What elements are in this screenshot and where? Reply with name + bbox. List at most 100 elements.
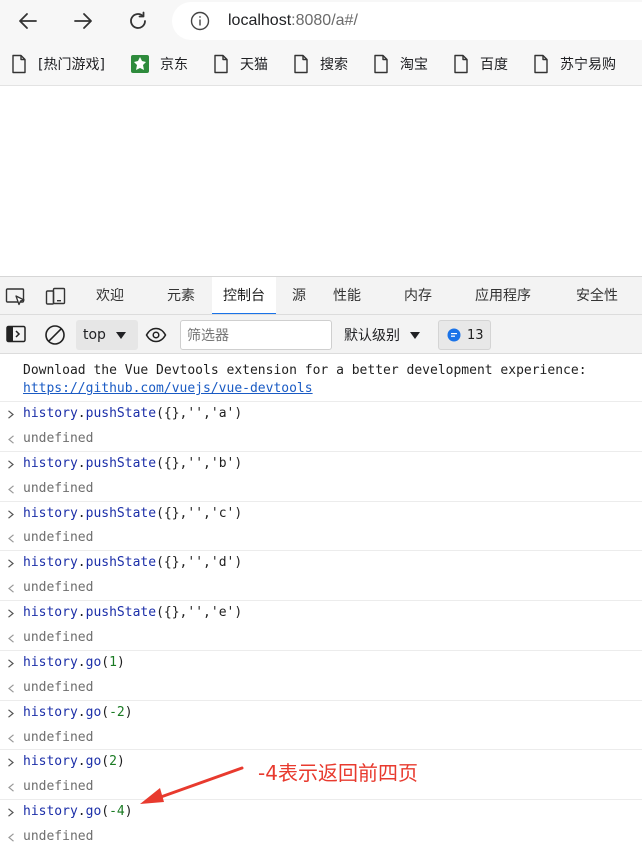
code-object: history xyxy=(23,406,78,421)
tab-sources[interactable]: 源 xyxy=(292,277,306,315)
bookmark-hot-games[interactable]: [热门游戏] xyxy=(10,52,105,76)
bookmark-jd[interactable]: 京东 xyxy=(130,52,188,76)
page-icon xyxy=(294,54,308,74)
console-result-value: undefined xyxy=(23,729,94,745)
info-icon[interactable] xyxy=(190,11,210,31)
arrow-right-icon xyxy=(74,13,92,29)
code-dot: . xyxy=(77,654,86,670)
message-icon xyxy=(447,328,461,342)
issues-count: 13 xyxy=(467,327,484,343)
code-number-arg: -2 xyxy=(109,704,125,720)
code-open: ({}, xyxy=(156,455,188,471)
console-input-row[interactable]: history.pushState({},'','c') xyxy=(0,502,642,527)
console-input-row[interactable]: history.pushState({},'','e') xyxy=(0,601,642,626)
code-method: pushState xyxy=(85,455,157,471)
console-result-value: undefined xyxy=(23,679,94,695)
sidebar-toggle-icon[interactable] xyxy=(6,325,26,343)
code-dot: . xyxy=(77,555,86,571)
console-input-row[interactable]: history.pushState({},'','b') xyxy=(0,452,642,477)
chevron-left-icon xyxy=(8,534,14,544)
console-result-row: undefined xyxy=(0,477,642,502)
eye-icon[interactable] xyxy=(145,327,167,343)
browser-toolbar: localhost:8080/a#/ xyxy=(0,0,642,42)
code-number-arg: -4 xyxy=(109,804,125,820)
reload-button[interactable] xyxy=(123,6,153,36)
console-result-row: undefined xyxy=(0,427,642,452)
code-method: go xyxy=(85,804,102,820)
chevron-left-icon xyxy=(8,485,14,494)
address-bar[interactable]: localhost:8080/a#/ xyxy=(172,2,642,40)
bookmark-taobao[interactable]: 淘宝 xyxy=(372,52,428,76)
console-result-value: undefined xyxy=(23,630,94,646)
code-object: history xyxy=(23,605,78,621)
code-string-arg: 'e' xyxy=(210,605,235,621)
chevron-right-icon xyxy=(8,758,14,768)
code-number-arg: 2 xyxy=(109,754,117,770)
tab-elements[interactable]: 元素 xyxy=(167,277,195,315)
chevron-left-icon xyxy=(8,833,14,842)
code-open: ( xyxy=(101,654,110,670)
code-close: ) xyxy=(116,654,125,670)
filter-input[interactable]: 筛选器 xyxy=(180,320,332,350)
code-string-arg: '' xyxy=(187,605,204,621)
bookmark-label: 淘宝 xyxy=(400,57,428,73)
code-close: ) xyxy=(234,406,243,421)
chevron-right-icon xyxy=(8,808,14,817)
log-level-dropdown[interactable]: 默认级别 xyxy=(344,320,420,350)
code-close: ) xyxy=(116,754,125,770)
chevron-left-icon xyxy=(8,435,14,444)
address-url: localhost:8080/a#/ xyxy=(228,12,358,30)
code-open: ({}, xyxy=(156,505,188,521)
tab-memory[interactable]: 内存 xyxy=(404,277,432,315)
chevron-right-icon xyxy=(8,509,14,519)
tab-welcome[interactable]: 欢迎 xyxy=(96,277,124,315)
console-input-row[interactable]: history.go(-2) xyxy=(0,701,642,726)
code-string-arg: 'd' xyxy=(210,555,235,571)
log-level-value: 默认级别 xyxy=(344,328,400,344)
code-object: history xyxy=(23,654,78,670)
console-input-row[interactable]: history.pushState({},'','d') xyxy=(0,551,642,576)
back-button[interactable] xyxy=(13,6,43,36)
console-input-row[interactable]: history.go(-4) xyxy=(0,800,642,825)
chevron-down-icon xyxy=(410,331,420,339)
code-dot: . xyxy=(77,754,86,770)
clear-console-icon[interactable] xyxy=(44,324,66,346)
tab-performance[interactable]: 性能 xyxy=(333,277,361,315)
tab-security[interactable]: 安全性 xyxy=(576,277,618,315)
bookmark-label: 苏宁易购 xyxy=(560,57,616,73)
code-open: ({}, xyxy=(156,605,188,621)
chevron-right-icon xyxy=(8,659,14,668)
code-dot: . xyxy=(77,804,86,820)
tab-application[interactable]: 应用程序 xyxy=(475,277,531,315)
chevron-left-icon xyxy=(8,733,14,743)
annotation-arrow xyxy=(140,766,244,804)
code-method: pushState xyxy=(85,605,157,621)
bookmark-label: 天猫 xyxy=(240,57,268,73)
tab-console[interactable]: 控制台 xyxy=(212,277,276,315)
context-selector[interactable]: top xyxy=(76,320,138,350)
code-open: ( xyxy=(101,754,110,770)
code-method: go xyxy=(85,654,102,670)
code-open: ( xyxy=(101,804,110,820)
chevron-right-icon xyxy=(8,410,14,419)
code-close: ) xyxy=(234,455,243,471)
console-input-row[interactable]: history.go(1) xyxy=(0,651,642,676)
inspect-element-icon[interactable] xyxy=(5,287,27,307)
bookmark-label: 百度 xyxy=(480,57,508,73)
bookmark-search[interactable]: 搜索 xyxy=(292,52,348,76)
device-emulation-icon[interactable] xyxy=(45,287,67,307)
forward-button[interactable] xyxy=(68,6,98,36)
code-object: history xyxy=(23,555,78,571)
console-result-row: undefined xyxy=(0,626,642,651)
code-string-arg: '' xyxy=(187,505,204,521)
console-input-row[interactable]: history.pushState({},'','a') xyxy=(0,402,642,427)
code-close: ) xyxy=(234,505,243,521)
bookmark-baidu[interactable]: 百度 xyxy=(452,52,508,76)
issues-badge[interactable]: 13 xyxy=(438,320,491,350)
filter-placeholder: 筛选器 xyxy=(187,328,229,344)
vue-devtools-link[interactable]: https://github.com/vuejs/vue-devtools xyxy=(23,381,313,396)
code-method: go xyxy=(85,754,102,770)
bookmark-tmall[interactable]: 天猫 xyxy=(212,52,268,76)
code-object: history xyxy=(23,704,78,720)
bookmark-suning[interactable]: 苏宁易购 xyxy=(532,52,616,76)
